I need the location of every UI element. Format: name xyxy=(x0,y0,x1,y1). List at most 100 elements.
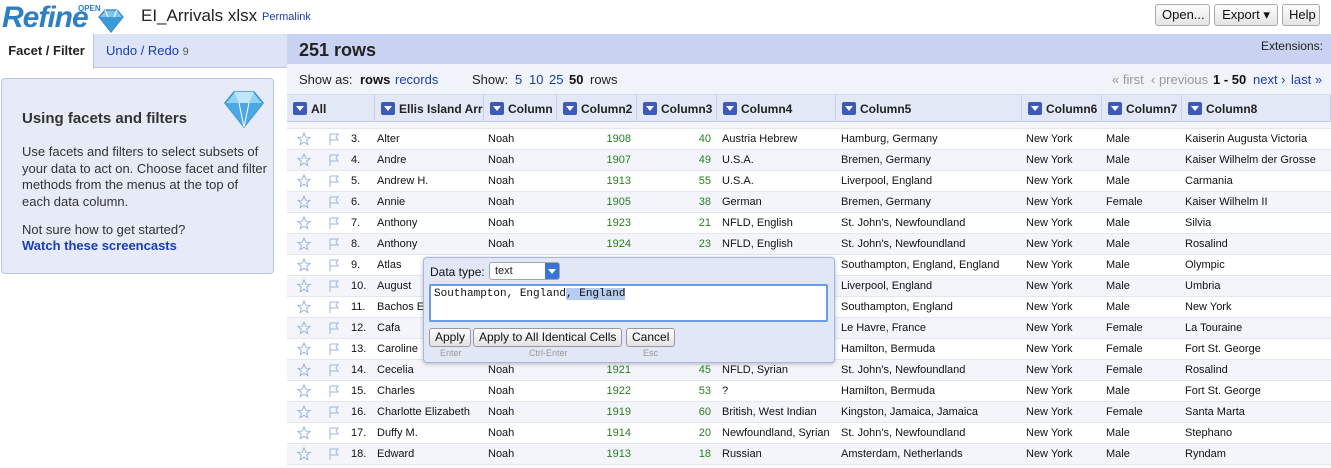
table-cell[interactable]: Ryndam xyxy=(1185,444,1329,465)
table-cell[interactable]: St. John's, Newfoundland xyxy=(841,360,1019,381)
table-cell[interactable]: Austria Hebrew xyxy=(722,129,834,150)
export-button[interactable]: Export ▾ xyxy=(1214,4,1278,26)
table-cell[interactable]: 40 xyxy=(637,129,711,150)
table-cell[interactable]: 1905 xyxy=(557,192,631,213)
table-cell[interactable]: Andre xyxy=(377,150,482,171)
table-cell[interactable]: St. John's, Newfoundland xyxy=(841,213,1019,234)
table-cell[interactable]: Southampton, England xyxy=(841,297,1019,318)
column-header-column8[interactable]: Column8 xyxy=(1182,95,1331,122)
star-icon[interactable] xyxy=(297,363,311,377)
table-cell[interactable]: New York xyxy=(1026,150,1100,171)
flag-icon[interactable] xyxy=(327,447,341,461)
table-cell[interactable]: Andrew H. xyxy=(377,171,482,192)
table-cell[interactable]: New York xyxy=(1185,297,1329,318)
column-header-column2[interactable]: Column2 xyxy=(557,95,637,122)
page-size-5[interactable]: 5 xyxy=(515,72,522,87)
column-menu-dropdown-icon[interactable] xyxy=(842,102,856,115)
table-cell[interactable]: Male xyxy=(1106,171,1180,192)
flag-icon[interactable] xyxy=(327,237,341,251)
table-cell[interactable]: 1908 xyxy=(557,129,631,150)
table-cell[interactable]: Anthony xyxy=(377,234,482,255)
table-cell[interactable]: New York xyxy=(1026,255,1100,276)
table-cell[interactable]: New York xyxy=(1026,234,1100,255)
star-icon[interactable] xyxy=(297,405,311,419)
star-icon[interactable] xyxy=(297,174,311,188)
table-cell[interactable]: German xyxy=(722,192,834,213)
column-menu-dropdown-icon[interactable] xyxy=(643,102,657,115)
table-cell[interactable]: New York xyxy=(1026,402,1100,423)
table-cell[interactable]: Noah xyxy=(488,213,554,234)
table-cell[interactable]: Male xyxy=(1106,444,1180,465)
table-cell[interactable]: Carmania xyxy=(1185,171,1329,192)
column-header-column6[interactable]: Column6 xyxy=(1022,95,1102,122)
flag-icon[interactable] xyxy=(327,258,341,272)
table-cell[interactable]: Olympic xyxy=(1185,255,1329,276)
table-cell[interactable]: St. John's, Newfoundland xyxy=(841,423,1019,444)
tab-undo-redo[interactable]: Undo / Redo 9 xyxy=(100,34,195,68)
column-header-column7[interactable]: Column7 xyxy=(1102,95,1182,122)
table-cell[interactable]: Liverpool, England xyxy=(841,171,1019,192)
table-cell[interactable]: 60 xyxy=(637,402,711,423)
table-cell[interactable]: NFLD, English xyxy=(722,234,834,255)
table-cell[interactable]: Fort St. George xyxy=(1185,381,1329,402)
star-icon[interactable] xyxy=(297,426,311,440)
first-page-link[interactable]: « first xyxy=(1112,72,1144,87)
table-cell[interactable]: Edward xyxy=(377,444,482,465)
table-cell[interactable]: Male xyxy=(1106,276,1180,297)
table-cell[interactable]: Noah xyxy=(488,423,554,444)
star-icon[interactable] xyxy=(297,447,311,461)
table-cell[interactable]: Female xyxy=(1106,339,1180,360)
table-cell[interactable]: 18 xyxy=(637,444,711,465)
table-cell[interactable]: Kaiserin Augusta Victoria xyxy=(1185,129,1329,150)
table-cell[interactable]: 1913 xyxy=(557,171,631,192)
show-as-records[interactable]: records xyxy=(395,72,438,87)
table-cell[interactable]: Noah xyxy=(488,402,554,423)
table-cell[interactable]: NFLD, Syrian xyxy=(722,360,834,381)
table-cell[interactable]: New York xyxy=(1026,129,1100,150)
cancel-button[interactable]: Cancel xyxy=(626,328,676,347)
flag-icon[interactable] xyxy=(327,405,341,419)
table-cell[interactable]: Male xyxy=(1106,255,1180,276)
table-cell[interactable]: 45 xyxy=(637,360,711,381)
table-cell[interactable]: Female xyxy=(1106,192,1180,213)
star-icon[interactable] xyxy=(297,258,311,272)
table-cell[interactable]: Rosalind xyxy=(1185,234,1329,255)
page-size-10[interactable]: 10 xyxy=(529,72,543,87)
flag-icon[interactable] xyxy=(327,195,341,209)
table-cell[interactable]: Rosalind xyxy=(1185,360,1329,381)
column-header-column4[interactable]: Column4 xyxy=(717,95,836,122)
screencasts-link[interactable]: Watch these screencasts xyxy=(22,238,177,253)
table-cell[interactable]: British, West Indian xyxy=(722,402,834,423)
column-header-column3[interactable]: Column3 xyxy=(637,95,717,122)
column-menu-dropdown-icon[interactable] xyxy=(563,102,577,115)
table-cell[interactable]: La Touraine xyxy=(1185,318,1329,339)
table-cell[interactable]: U.S.A. xyxy=(722,150,834,171)
data-type-select[interactable]: text xyxy=(489,262,560,280)
table-cell[interactable]: New York xyxy=(1026,192,1100,213)
table-cell[interactable]: 1913 xyxy=(557,444,631,465)
column-menu-dropdown-icon[interactable] xyxy=(1188,102,1202,115)
column-header-all[interactable]: All xyxy=(287,95,375,122)
table-cell[interactable]: New York xyxy=(1026,444,1100,465)
table-cell[interactable]: 49 xyxy=(637,150,711,171)
column-menu-dropdown-icon[interactable] xyxy=(381,102,395,115)
flag-icon[interactable] xyxy=(327,174,341,188)
table-cell[interactable]: ? xyxy=(722,381,834,402)
flag-icon[interactable] xyxy=(327,216,341,230)
table-cell[interactable]: New York xyxy=(1026,318,1100,339)
flag-icon[interactable] xyxy=(327,153,341,167)
table-cell[interactable]: Noah xyxy=(488,360,554,381)
table-cell[interactable]: Liverpool, England xyxy=(841,276,1019,297)
table-cell[interactable]: Duffy M. xyxy=(377,423,482,444)
table-cell[interactable]: Female xyxy=(1106,402,1180,423)
flag-icon[interactable] xyxy=(327,132,341,146)
table-cell[interactable]: Noah xyxy=(488,129,554,150)
table-cell[interactable]: NFLD, English xyxy=(722,213,834,234)
table-cell[interactable]: Stephano xyxy=(1185,423,1329,444)
star-icon[interactable] xyxy=(297,153,311,167)
table-cell[interactable]: Santa Marta xyxy=(1185,402,1329,423)
table-cell[interactable]: 1924 xyxy=(557,234,631,255)
table-cell[interactable]: Noah xyxy=(488,234,554,255)
table-cell[interactable]: 21 xyxy=(637,213,711,234)
table-cell[interactable]: Noah xyxy=(488,171,554,192)
